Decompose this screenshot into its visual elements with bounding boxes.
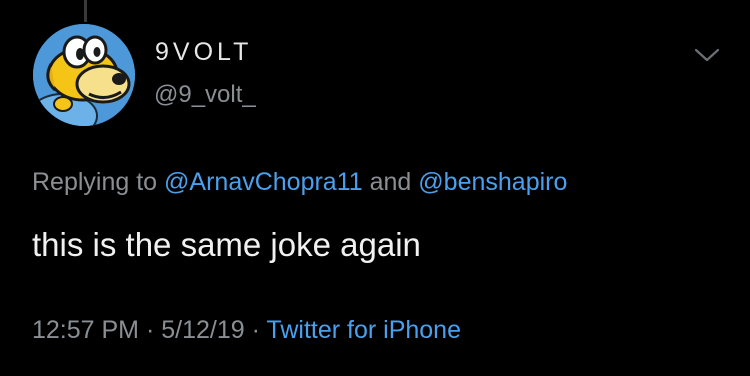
mention-link-1[interactable]: @ArnavChopra11 [164, 168, 363, 196]
tweet-source-link[interactable]: Twitter for iPhone [266, 316, 461, 344]
yellow-toad-character-avatar-icon [33, 24, 135, 126]
mention-link-2[interactable]: @benshapiro [418, 168, 567, 196]
avatar[interactable] [33, 24, 135, 126]
tweet-text: this is the same joke again [32, 226, 421, 263]
user-handle[interactable]: @9_volt_ [154, 81, 256, 109]
meta-separator-1: · [145, 316, 155, 344]
replying-to-line: Replying to @ArnavChopra11 and @benshapi… [32, 168, 567, 197]
tweet-date[interactable]: 5/12/19 [161, 316, 244, 344]
chevron-down-icon[interactable] [694, 46, 720, 64]
thread-connector-line [84, 0, 87, 22]
display-name[interactable]: 9VOLT [155, 38, 252, 67]
replying-to-joiner: and [369, 168, 412, 196]
meta-separator-2: · [251, 316, 260, 344]
tweet-time[interactable]: 12:57 PM [32, 316, 139, 344]
replying-to-prefix: Replying to [32, 168, 158, 196]
tweet-meta: 12:57 PM · 5/12/19 · Twitter for iPhone [32, 316, 461, 345]
